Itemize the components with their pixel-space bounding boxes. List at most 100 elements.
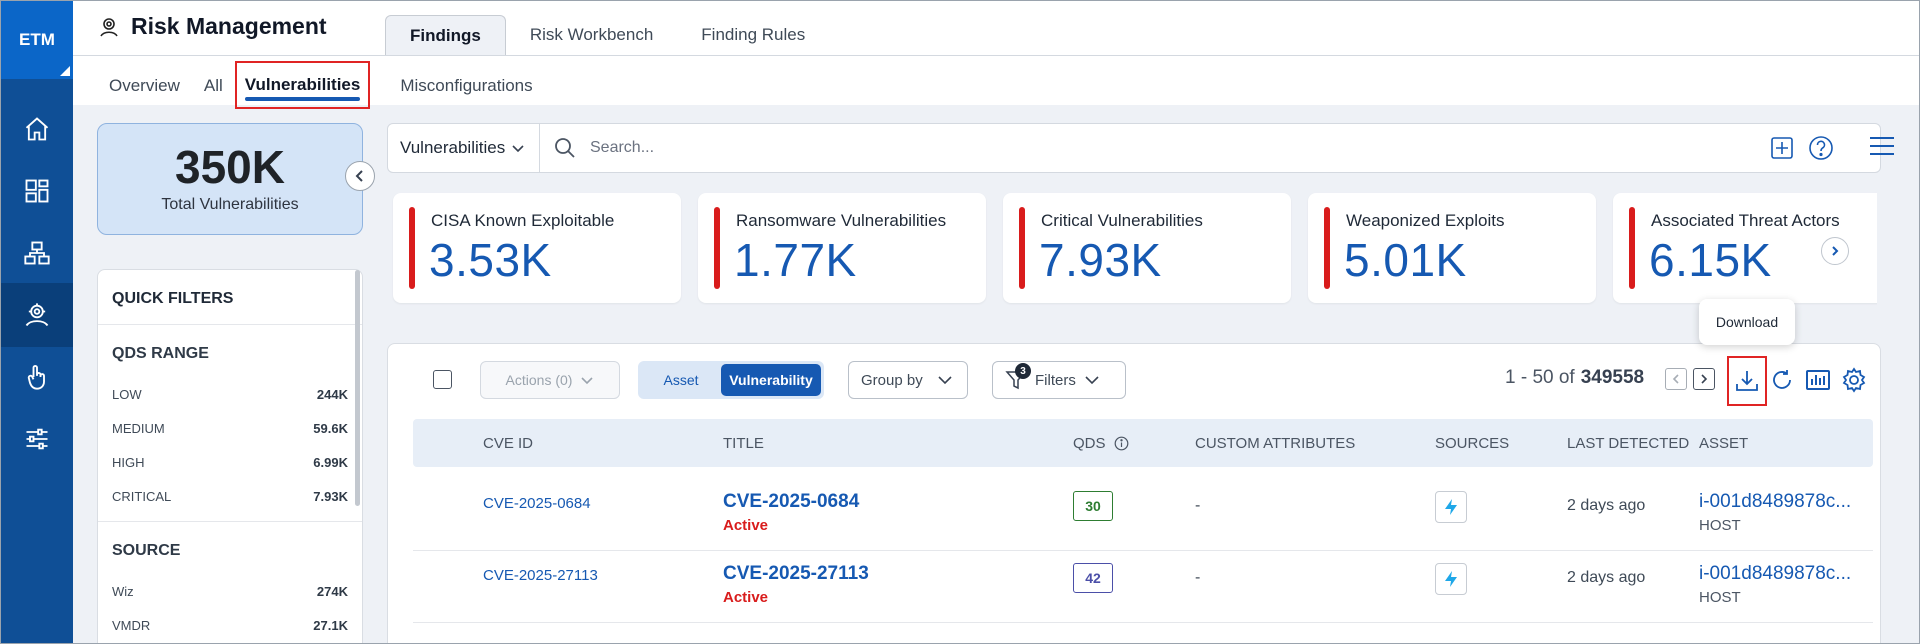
subtab-all[interactable]: All bbox=[192, 65, 235, 107]
subtab-vulnerabilities[interactable]: Vulnerabilities bbox=[234, 61, 371, 109]
table-row[interactable]: CVE-2025-0684 CVE-2025-0684 Active 30 - … bbox=[413, 479, 1873, 551]
stat-card-cisa[interactable]: CISA Known Exploitable 3.53K bbox=[393, 193, 681, 303]
chevron-down-icon bbox=[512, 145, 524, 153]
group-by-dropdown[interactable]: Group by bbox=[848, 361, 968, 399]
wiz-logo-icon bbox=[1445, 571, 1457, 587]
table-row[interactable]: CVE-2025-27113 CVE-2025-27113 Active 42 … bbox=[413, 551, 1873, 623]
status-text: Active bbox=[723, 517, 769, 534]
qds-range-section: QDS RANGE LOW 244K MEDIUM 59.6K HIGH 6.99K … bbox=[98, 325, 362, 513]
app-window: ETM Risk Management Findings Risk Workbe… bbox=[0, 0, 1920, 644]
search-scope-dropdown[interactable]: Vulnerabilities bbox=[388, 124, 540, 172]
filters-dropdown[interactable]: 3 Filters bbox=[992, 361, 1126, 399]
stat-accent bbox=[409, 207, 415, 289]
actions-dropdown[interactable]: Actions (0) bbox=[480, 361, 620, 399]
tab-findings[interactable]: Findings bbox=[385, 15, 506, 55]
tab-divider bbox=[73, 55, 1919, 56]
quick-filters-scrollbar[interactable] bbox=[355, 270, 360, 506]
col-asset[interactable]: ASSET bbox=[1699, 419, 1748, 467]
nav-settings[interactable] bbox=[1, 407, 73, 471]
col-custom-attributes[interactable]: CUSTOM ATTRIBUTES bbox=[1195, 419, 1355, 467]
hand-pointer-icon bbox=[27, 365, 45, 390]
add-query-icon[interactable] bbox=[1770, 136, 1794, 160]
asset-link[interactable]: i-001d8489878c... bbox=[1699, 563, 1851, 585]
main-tabs: Findings Risk Workbench Finding Rules bbox=[385, 15, 829, 55]
select-all-checkbox[interactable] bbox=[433, 370, 452, 389]
table-header: CVE ID TITLE QDS CUSTOM ATTRIBUTES SOURC… bbox=[413, 419, 1873, 467]
corner-triangle-icon bbox=[60, 66, 70, 76]
pagination-range: 1 - 50 of bbox=[1505, 367, 1575, 388]
col-cve-id[interactable]: CVE ID bbox=[483, 419, 533, 467]
col-qds[interactable]: QDS bbox=[1073, 419, 1129, 467]
brand-switcher[interactable]: ETM bbox=[1, 1, 73, 79]
chart-icon[interactable] bbox=[1805, 367, 1831, 393]
stat-title: Critical Vulnerabilities bbox=[1041, 211, 1203, 230]
nav-inventory[interactable] bbox=[1, 221, 73, 285]
qds-badge: 42 bbox=[1073, 563, 1113, 593]
cve-id-link[interactable]: CVE-2025-27113 bbox=[483, 567, 598, 584]
wiz-logo-icon bbox=[1445, 499, 1457, 515]
filter-count-badge: 3 bbox=[1015, 363, 1031, 379]
download-button[interactable] bbox=[1727, 356, 1767, 406]
actions-label: Actions (0) bbox=[505, 372, 573, 388]
filters-label: Filters bbox=[1035, 371, 1076, 389]
prev-page-button[interactable] bbox=[1665, 368, 1687, 390]
carousel-next-button[interactable] bbox=[1821, 237, 1849, 265]
subtab-overview[interactable]: Overview bbox=[97, 65, 192, 107]
filter-row-vmdr[interactable]: VMDR 27.1K bbox=[112, 608, 348, 642]
last-detected-value: 2 days ago bbox=[1567, 497, 1646, 514]
source-badge bbox=[1435, 563, 1467, 595]
total-label: Total Vulnerabilities bbox=[161, 196, 299, 213]
help-icon[interactable] bbox=[1808, 135, 1834, 161]
collapse-panel-button[interactable] bbox=[345, 161, 375, 191]
stat-accent bbox=[714, 207, 720, 289]
toggle-asset[interactable]: Asset bbox=[641, 364, 721, 396]
stat-card-ransomware[interactable]: Ransomware Vulnerabilities 1.77K bbox=[698, 193, 986, 303]
refresh-icon[interactable] bbox=[1769, 367, 1795, 393]
stat-cards-carousel: CISA Known Exploitable 3.53K Ransomware V… bbox=[387, 191, 1877, 307]
pagination-total: 349558 bbox=[1580, 367, 1645, 388]
nav-home[interactable] bbox=[1, 97, 73, 161]
menu-icon[interactable] bbox=[1867, 133, 1897, 159]
subtab-misconfigurations[interactable]: Misconfigurations bbox=[388, 65, 544, 107]
toggle-vulnerability[interactable]: Vulnerability bbox=[721, 364, 821, 396]
filter-count: 244K bbox=[316, 386, 348, 402]
stat-value: 7.93K bbox=[1039, 234, 1162, 286]
stat-card-critical[interactable]: Critical Vulnerabilities 7.93K bbox=[1003, 193, 1291, 303]
cve-title-link[interactable]: CVE-2025-0684 bbox=[723, 491, 859, 513]
filter-row-medium[interactable]: MEDIUM 59.6K bbox=[112, 411, 348, 445]
next-page-button[interactable] bbox=[1693, 368, 1715, 390]
cve-title-link[interactable]: CVE-2025-27113 bbox=[723, 563, 869, 585]
qds-range-title: QDS RANGE bbox=[112, 345, 209, 362]
stat-accent bbox=[1324, 207, 1330, 289]
qds-badge: 30 bbox=[1073, 491, 1113, 521]
col-sources[interactable]: SOURCES bbox=[1435, 419, 1509, 467]
col-last-detected[interactable]: LAST DETECTED bbox=[1567, 419, 1689, 467]
stat-card-weaponized[interactable]: Weaponized Exploits 5.01K bbox=[1308, 193, 1596, 303]
custom-attributes-value: - bbox=[1195, 569, 1201, 586]
info-icon[interactable] bbox=[1114, 436, 1129, 451]
filter-row-wiz[interactable]: Wiz 274K bbox=[112, 574, 348, 608]
filter-row-critical[interactable]: CRITICAL 7.93K bbox=[112, 479, 348, 513]
filter-label: CRITICAL bbox=[112, 488, 172, 504]
tab-risk-workbench[interactable]: Risk Workbench bbox=[506, 15, 677, 55]
nav-remediation[interactable] bbox=[1, 345, 73, 409]
tab-finding-rules[interactable]: Finding Rules bbox=[677, 15, 829, 55]
col-qds-label: QDS bbox=[1073, 434, 1106, 452]
nav-dashboard[interactable] bbox=[1, 159, 73, 223]
custom-attributes-value: - bbox=[1195, 497, 1201, 514]
search-field[interactable]: Search... bbox=[554, 124, 654, 172]
source-badge bbox=[1435, 491, 1467, 523]
stat-accent bbox=[1629, 207, 1635, 289]
chevron-down-icon bbox=[581, 377, 594, 385]
nav-risk-management[interactable] bbox=[1, 283, 73, 347]
filter-row-high[interactable]: HIGH 6.99K bbox=[112, 445, 348, 479]
asset-link[interactable]: i-001d8489878c... bbox=[1699, 491, 1851, 513]
asset-type: HOST bbox=[1699, 517, 1741, 534]
header: Risk Management Findings Risk Workbench … bbox=[73, 1, 1919, 109]
cve-id-link[interactable]: CVE-2025-0684 bbox=[483, 495, 591, 512]
stat-title: Ransomware Vulnerabilities bbox=[736, 211, 947, 230]
quick-filters-title: QUICK FILTERS bbox=[98, 270, 362, 325]
gear-icon[interactable] bbox=[1841, 367, 1867, 393]
filter-row-low[interactable]: LOW 244K bbox=[112, 377, 348, 411]
col-title[interactable]: TITLE bbox=[723, 419, 764, 467]
